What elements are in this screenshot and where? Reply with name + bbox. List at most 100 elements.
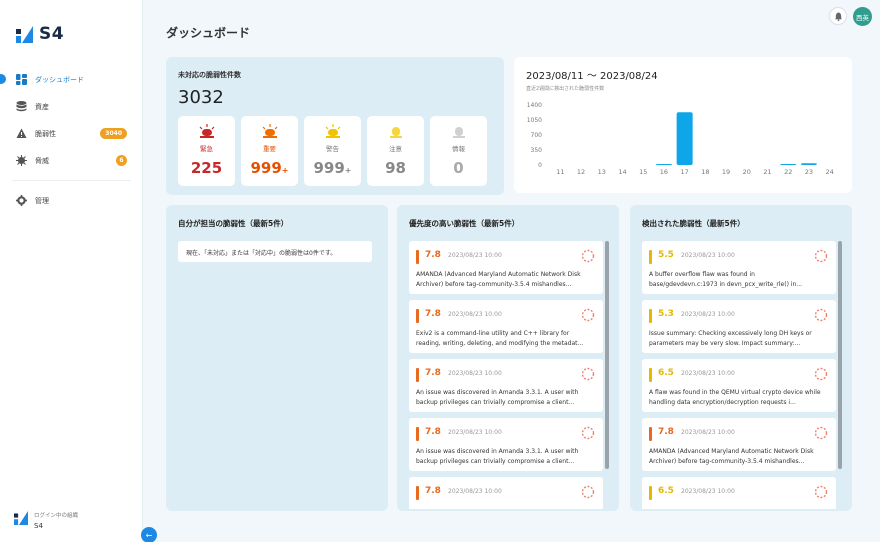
severity-high[interactable]: 重要 999+	[241, 116, 298, 186]
x-tick-label: 20	[743, 168, 751, 176]
empty-message: 現在、「未対応」または「対応中」の脆弱性は0件です。	[178, 241, 372, 262]
detected-date: 2023/08/23 10:00	[448, 429, 502, 436]
active-indicator	[0, 74, 6, 84]
detected-date: 2023/08/23 10:00	[448, 488, 502, 495]
siren-icon	[389, 127, 402, 138]
severity-bar	[416, 486, 419, 500]
unresolved-vulnerabilities-card: 未対応の脆弱性件数 3032 緊急 225 重要 999+ 警告 999+ 注意…	[166, 57, 504, 195]
severity-bar	[649, 486, 652, 500]
list-item[interactable]: 6.5 2023/08/23 10:00 A flaw was found in t…	[642, 359, 836, 412]
x-tick-label: 11	[556, 168, 564, 176]
list-item[interactable]: 6.5 2023/08/23 10:00	[642, 477, 836, 509]
vulnerability-description: An issue was discovered in Amanda 3.3.1.…	[416, 389, 579, 406]
nav-divider	[12, 180, 131, 181]
scrollbar[interactable]	[605, 241, 609, 469]
list-item[interactable]: 5.3 2023/08/23 10:00 Issue summary: Checki…	[642, 300, 836, 353]
vulnerability-description	[649, 506, 821, 509]
notification-button[interactable]	[829, 7, 847, 25]
severity-name: 警告	[326, 145, 339, 153]
loading-spinner-icon	[581, 308, 595, 322]
severity-row: 緊急 225 重要 999+ 警告 999+ 注意 98 情報 0	[178, 116, 487, 186]
siren-icon	[199, 124, 214, 138]
vulnerability-description: An issue was discovered in Amanda 3.3.1.…	[416, 448, 579, 465]
list-item[interactable]: 5.5 2023/08/23 10:00 A buffer overflow fla…	[642, 241, 836, 294]
sidebar-item-threats[interactable]: 脅威 6	[0, 147, 143, 174]
bell-icon	[834, 11, 842, 21]
sidebar-item-label: 脅威	[35, 156, 49, 165]
y-tick-label: 0	[538, 162, 542, 169]
list-item[interactable]: 7.8 2023/08/23 10:00 Exiv2 is a command-li…	[409, 300, 603, 353]
loading-spinner-icon	[581, 367, 595, 381]
collapse-sidebar-button[interactable]: ←	[141, 527, 157, 542]
severity-info[interactable]: 情報 0	[430, 116, 487, 186]
x-tick-label: 24	[826, 168, 834, 176]
chart-bar[interactable]	[800, 163, 817, 165]
sidebar-item-assets[interactable]: 資産	[0, 93, 143, 120]
vulnerability-description: AMANDA (Advanced Maryland Automatic Netw…	[416, 271, 581, 288]
app-name: S4	[39, 24, 65, 44]
severity-name: 注意	[389, 145, 402, 153]
database-icon	[16, 101, 27, 112]
loading-spinner-icon	[814, 249, 828, 263]
detection-bar-chart: 1400 1050 700 350 0 11 12 13 14 15 16 17 18 19 20 21 22 2…	[527, 102, 834, 176]
unresolved-label: 未対応の脆弱性件数	[178, 71, 241, 79]
detected-date: 2023/08/23 10:00	[681, 488, 735, 495]
list-item[interactable]: 7.8 2023/08/23 10:00	[409, 477, 603, 509]
severity-warning[interactable]: 警告 999+	[304, 116, 361, 186]
sidebar-item-dashboard[interactable]: ダッシュボード	[0, 66, 143, 93]
sidebar-item-label: 資産	[35, 102, 49, 111]
panel-title: 自分が担当の脆弱性（最新5件）	[178, 219, 289, 228]
sidebar-item-admin[interactable]: 管理	[0, 187, 143, 214]
severity-bar	[649, 250, 652, 264]
detected-date: 2023/08/23 10:00	[681, 311, 735, 318]
x-tick-label: 16	[660, 168, 668, 176]
list-item[interactable]: 7.8 2023/08/23 10:00 AMANDA (Advanced Mary…	[642, 418, 836, 471]
severity-bar	[416, 250, 419, 264]
vulnerability-description: A flaw was found in the QEMU virtual cry…	[649, 389, 821, 406]
unresolved-total: 3032	[178, 87, 224, 108]
user-avatar[interactable]: 西英	[853, 7, 872, 26]
detected-date: 2023/08/23 10:00	[681, 252, 735, 259]
cvss-score: 5.5	[658, 250, 674, 260]
severity-plus: +	[281, 166, 289, 175]
list-item[interactable]: 7.8 2023/08/23 10:00 AMANDA (Advanced Mary…	[409, 241, 603, 294]
sidebar-item-label: 脆弱性	[35, 129, 56, 138]
severity-caution[interactable]: 注意 98	[367, 116, 424, 186]
cvss-score: 7.8	[425, 368, 441, 378]
org-logo-icon	[14, 511, 28, 525]
x-tick-label: 21	[763, 168, 771, 176]
y-tick-label: 700	[531, 132, 543, 139]
threat-count-badge: 6	[116, 155, 127, 166]
arrow-left-icon: ←	[145, 530, 153, 540]
list-item[interactable]: 7.8 2023/08/23 10:00 An issue was discover…	[409, 359, 603, 412]
detected-vulnerabilities-panel: 検出された脆弱性（最新5件） 5.5 2023/08/23 10:00 A buff…	[630, 205, 852, 511]
severity-bar	[416, 368, 419, 382]
app-logo[interactable]: S4	[16, 24, 64, 44]
scrollbar[interactable]	[838, 241, 842, 469]
detected-list[interactable]: 5.5 2023/08/23 10:00 A buffer overflow fla…	[642, 241, 836, 509]
page-title: ダッシュボード	[166, 26, 251, 40]
severity-name: 緊急	[200, 145, 213, 153]
cvss-score: 5.3	[658, 309, 674, 319]
list-item[interactable]: 7.8 2023/08/23 10:00 An issue was discover…	[409, 418, 603, 471]
sidebar-item-label: 管理	[35, 196, 49, 205]
x-tick-label: 22	[784, 168, 792, 176]
panel-title: 検出された脆弱性（最新5件）	[642, 219, 745, 228]
detection-chart-card: 2023/08/11 〜 2023/08/24 直近2週間に検出された脆弱性件数…	[514, 57, 852, 193]
login-org-name: S4	[34, 522, 43, 530]
chart-bar[interactable]	[655, 164, 672, 165]
chart-bar[interactable]	[780, 164, 797, 165]
sidebar-item-vulnerabilities[interactable]: 脆弱性 3040	[0, 120, 143, 147]
loading-spinner-icon	[581, 485, 595, 499]
severity-critical[interactable]: 緊急 225	[178, 116, 235, 186]
priority-list[interactable]: 7.8 2023/08/23 10:00 AMANDA (Advanced Mary…	[409, 241, 603, 509]
loading-spinner-icon	[581, 249, 595, 263]
chart-bar[interactable]	[676, 112, 693, 165]
sidebar-item-label: ダッシュボード	[35, 75, 84, 84]
x-tick-label: 23	[805, 168, 813, 176]
severity-count: 999	[313, 159, 345, 177]
vulnerability-description	[416, 506, 588, 509]
dashboard-icon	[16, 74, 27, 85]
header-actions: 西英	[829, 7, 872, 26]
severity-name: 重要	[263, 145, 276, 153]
